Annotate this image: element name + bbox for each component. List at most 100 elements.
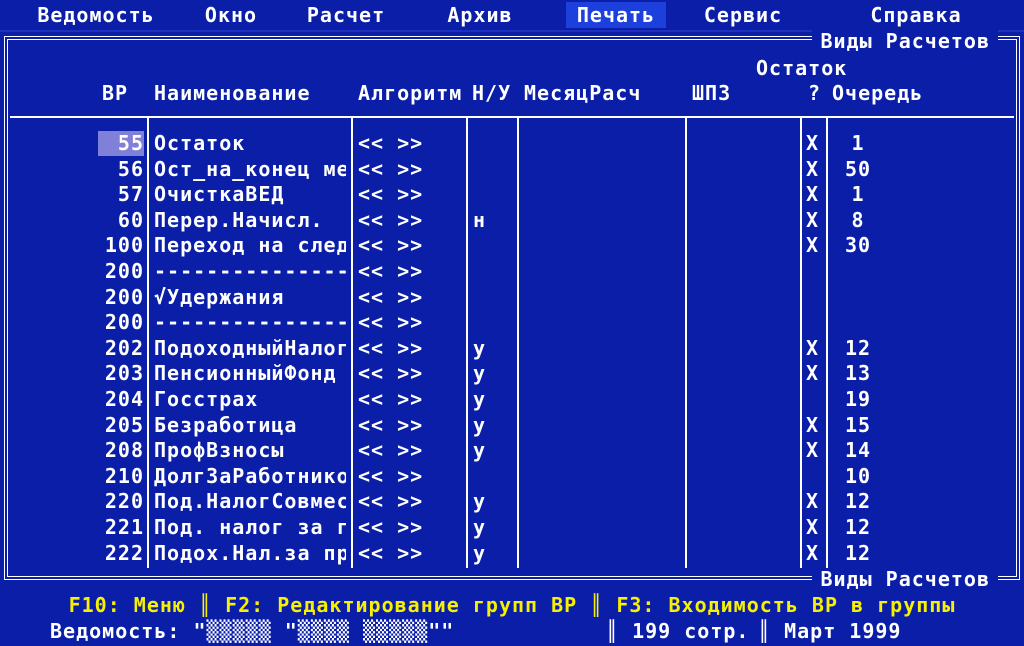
nu-cell — [473, 285, 503, 310]
queue-cell: 50 — [844, 156, 872, 181]
name-cell: --------------- — [154, 310, 346, 335]
name-cell: ДолгЗаРаботнико — [154, 463, 346, 488]
name-cell: Подох.Нал.за пр — [154, 540, 346, 565]
queue-cell: 1 — [851, 131, 865, 155]
table-row[interactable]: 222 Подох.Нал.за пр << >> у X 12 — [0, 541, 1024, 567]
nu-cell: у — [473, 489, 487, 514]
algorithm-cell: << >> — [358, 489, 424, 514]
table-row[interactable]: 200 √Удержания << >> — [0, 285, 1024, 311]
name-cell: Безработица — [154, 412, 298, 437]
menu-okno[interactable]: Окно — [196, 2, 266, 28]
column-header-remainder: Остаток — [756, 56, 848, 80]
nu-cell: у — [473, 515, 487, 539]
name-cell: Ост_на_конец ме — [154, 156, 346, 181]
table-row[interactable]: 57 ОчисткаВЕД << >> X 1 — [0, 182, 1024, 208]
algorithm-cell: << >> — [358, 259, 424, 283]
table-row[interactable]: 56 Ост_на_конец ме << >> X 50 — [0, 157, 1024, 183]
algorithm-cell: << >> — [358, 515, 424, 539]
table-row[interactable]: 200 --------------- << >> — [0, 259, 1024, 285]
remainder-cell: X — [806, 131, 820, 155]
table-row[interactable]: 202 ПодоходныйНалог << >> у X 12 — [0, 336, 1024, 362]
menu-spravka[interactable]: Справка — [862, 2, 970, 28]
nu-cell — [473, 157, 503, 182]
name-cell: Перер.Начисл. — [154, 207, 324, 232]
remainder-cell: X — [806, 156, 820, 181]
vr-code-cell: 57 — [117, 182, 144, 207]
table-row[interactable]: 100 Переход на след << >> X 30 — [0, 233, 1024, 259]
remainder-cell: X — [806, 412, 820, 437]
vr-code-cell: 220 — [104, 489, 144, 514]
column-header-month: МесяцРасч — [524, 81, 642, 105]
table-row[interactable]: 220 Под.НалогСовмес << >> у X 12 — [0, 489, 1024, 515]
nu-cell — [473, 310, 503, 335]
algorithm-cell: << >> — [358, 207, 424, 232]
algorithm-cell: << >> — [358, 412, 424, 437]
vr-code-cell[interactable]: 55 — [98, 131, 144, 156]
remainder-cell — [806, 464, 824, 489]
vr-code-cell: 200 — [104, 259, 144, 283]
vr-code-cell: 200 — [104, 284, 144, 309]
vr-code-cell: 221 — [104, 515, 144, 539]
menu-vedomost[interactable]: Ведомость — [32, 2, 160, 28]
algorithm-cell: << >> — [358, 463, 424, 488]
queue-cell: 12 — [844, 489, 872, 514]
vr-code-cell: 210 — [104, 463, 144, 488]
remainder-cell: X — [806, 540, 820, 565]
statement-name: Ведомость: "▒▒▒▒▒ "▒▒▒▒ ▒▒▒▒▒"" — [50, 619, 455, 643]
remainder-cell: X — [806, 335, 820, 360]
column-header-shpz: ШПЗ — [692, 81, 732, 105]
vr-code-cell: 222 — [104, 540, 144, 565]
name-cell: ПрофВзносы — [154, 438, 285, 463]
remainder-cell — [806, 259, 824, 284]
nu-cell: у — [473, 438, 487, 463]
table-row[interactable]: 221 Под. налог за г << >> у X 12 — [0, 515, 1024, 541]
window-title-bottom: Виды Расчетов — [812, 567, 998, 591]
nu-cell — [473, 182, 503, 207]
algorithm-cell: << >> — [358, 540, 424, 565]
queue-cell: 19 — [844, 387, 872, 411]
column-header-remainder-q: ? — [808, 81, 822, 105]
name-cell: √Удержания — [154, 284, 285, 309]
remainder-cell: X — [806, 489, 820, 514]
algorithm-cell: << >> — [358, 361, 424, 386]
remainder-cell: X — [806, 361, 820, 386]
name-cell: --------------- — [154, 259, 346, 283]
window-title: Виды Расчетов — [812, 29, 998, 53]
remainder-cell — [806, 310, 824, 335]
menu-pechat[interactable]: Печать — [566, 2, 666, 28]
table-row[interactable]: 60 Перер.Начисл. << >> н X 8 — [0, 208, 1024, 234]
column-header-queue: Очередь — [832, 81, 924, 105]
name-cell: ПодоходныйНалог — [154, 335, 346, 360]
nu-cell: у — [473, 540, 487, 565]
queue-cell: 8 — [851, 207, 865, 232]
table-row[interactable]: 210 ДолгЗаРаботнико << >> 10 — [0, 464, 1024, 490]
algorithm-cell: << >> — [358, 182, 424, 207]
vr-code-cell: 202 — [104, 335, 144, 360]
queue-cell: 10 — [844, 463, 872, 488]
menu-arkhiv[interactable]: Архив — [442, 2, 518, 28]
name-cell: Госстрах — [154, 387, 259, 411]
remainder-cell: X — [806, 207, 820, 232]
nu-cell — [473, 259, 503, 284]
period: ║ Март 1999 — [758, 619, 902, 643]
table-row[interactable]: 208 ПрофВзносы << >> у X 14 — [0, 438, 1024, 464]
remainder-cell: X — [806, 438, 820, 463]
queue-cell: 13 — [844, 361, 872, 386]
vr-code-cell: 56 — [117, 156, 144, 181]
hotkey-bar[interactable]: F10: Меню ║ F2: Редактирование групп ВР … — [0, 592, 1024, 618]
queue-cell — [836, 259, 880, 284]
table-row[interactable]: 203 ПенсионныйФонд << >> у X 13 — [0, 361, 1024, 387]
nu-cell: у — [473, 387, 487, 411]
vr-code-cell: 205 — [104, 412, 144, 437]
queue-cell: 30 — [844, 233, 872, 258]
table-row[interactable]: 204 Госстрах << >> у 19 — [0, 387, 1024, 413]
menu-servis[interactable]: Сервис — [698, 2, 788, 28]
nu-cell — [473, 131, 503, 156]
info-bar: Ведомость: "▒▒▒▒▒ "▒▒▒▒ ▒▒▒▒▒"" ║ 199 со… — [0, 618, 1024, 644]
algorithm-cell: << >> — [358, 335, 424, 360]
table-row[interactable]: 205 Безработица << >> у X 15 — [0, 413, 1024, 439]
nu-cell: н — [473, 207, 487, 232]
menu-raschet[interactable]: Расчет — [302, 2, 390, 28]
table-row[interactable]: 55 Остаток << >> X 1 — [0, 131, 1024, 157]
table-row[interactable]: 200 --------------- << >> — [0, 310, 1024, 336]
